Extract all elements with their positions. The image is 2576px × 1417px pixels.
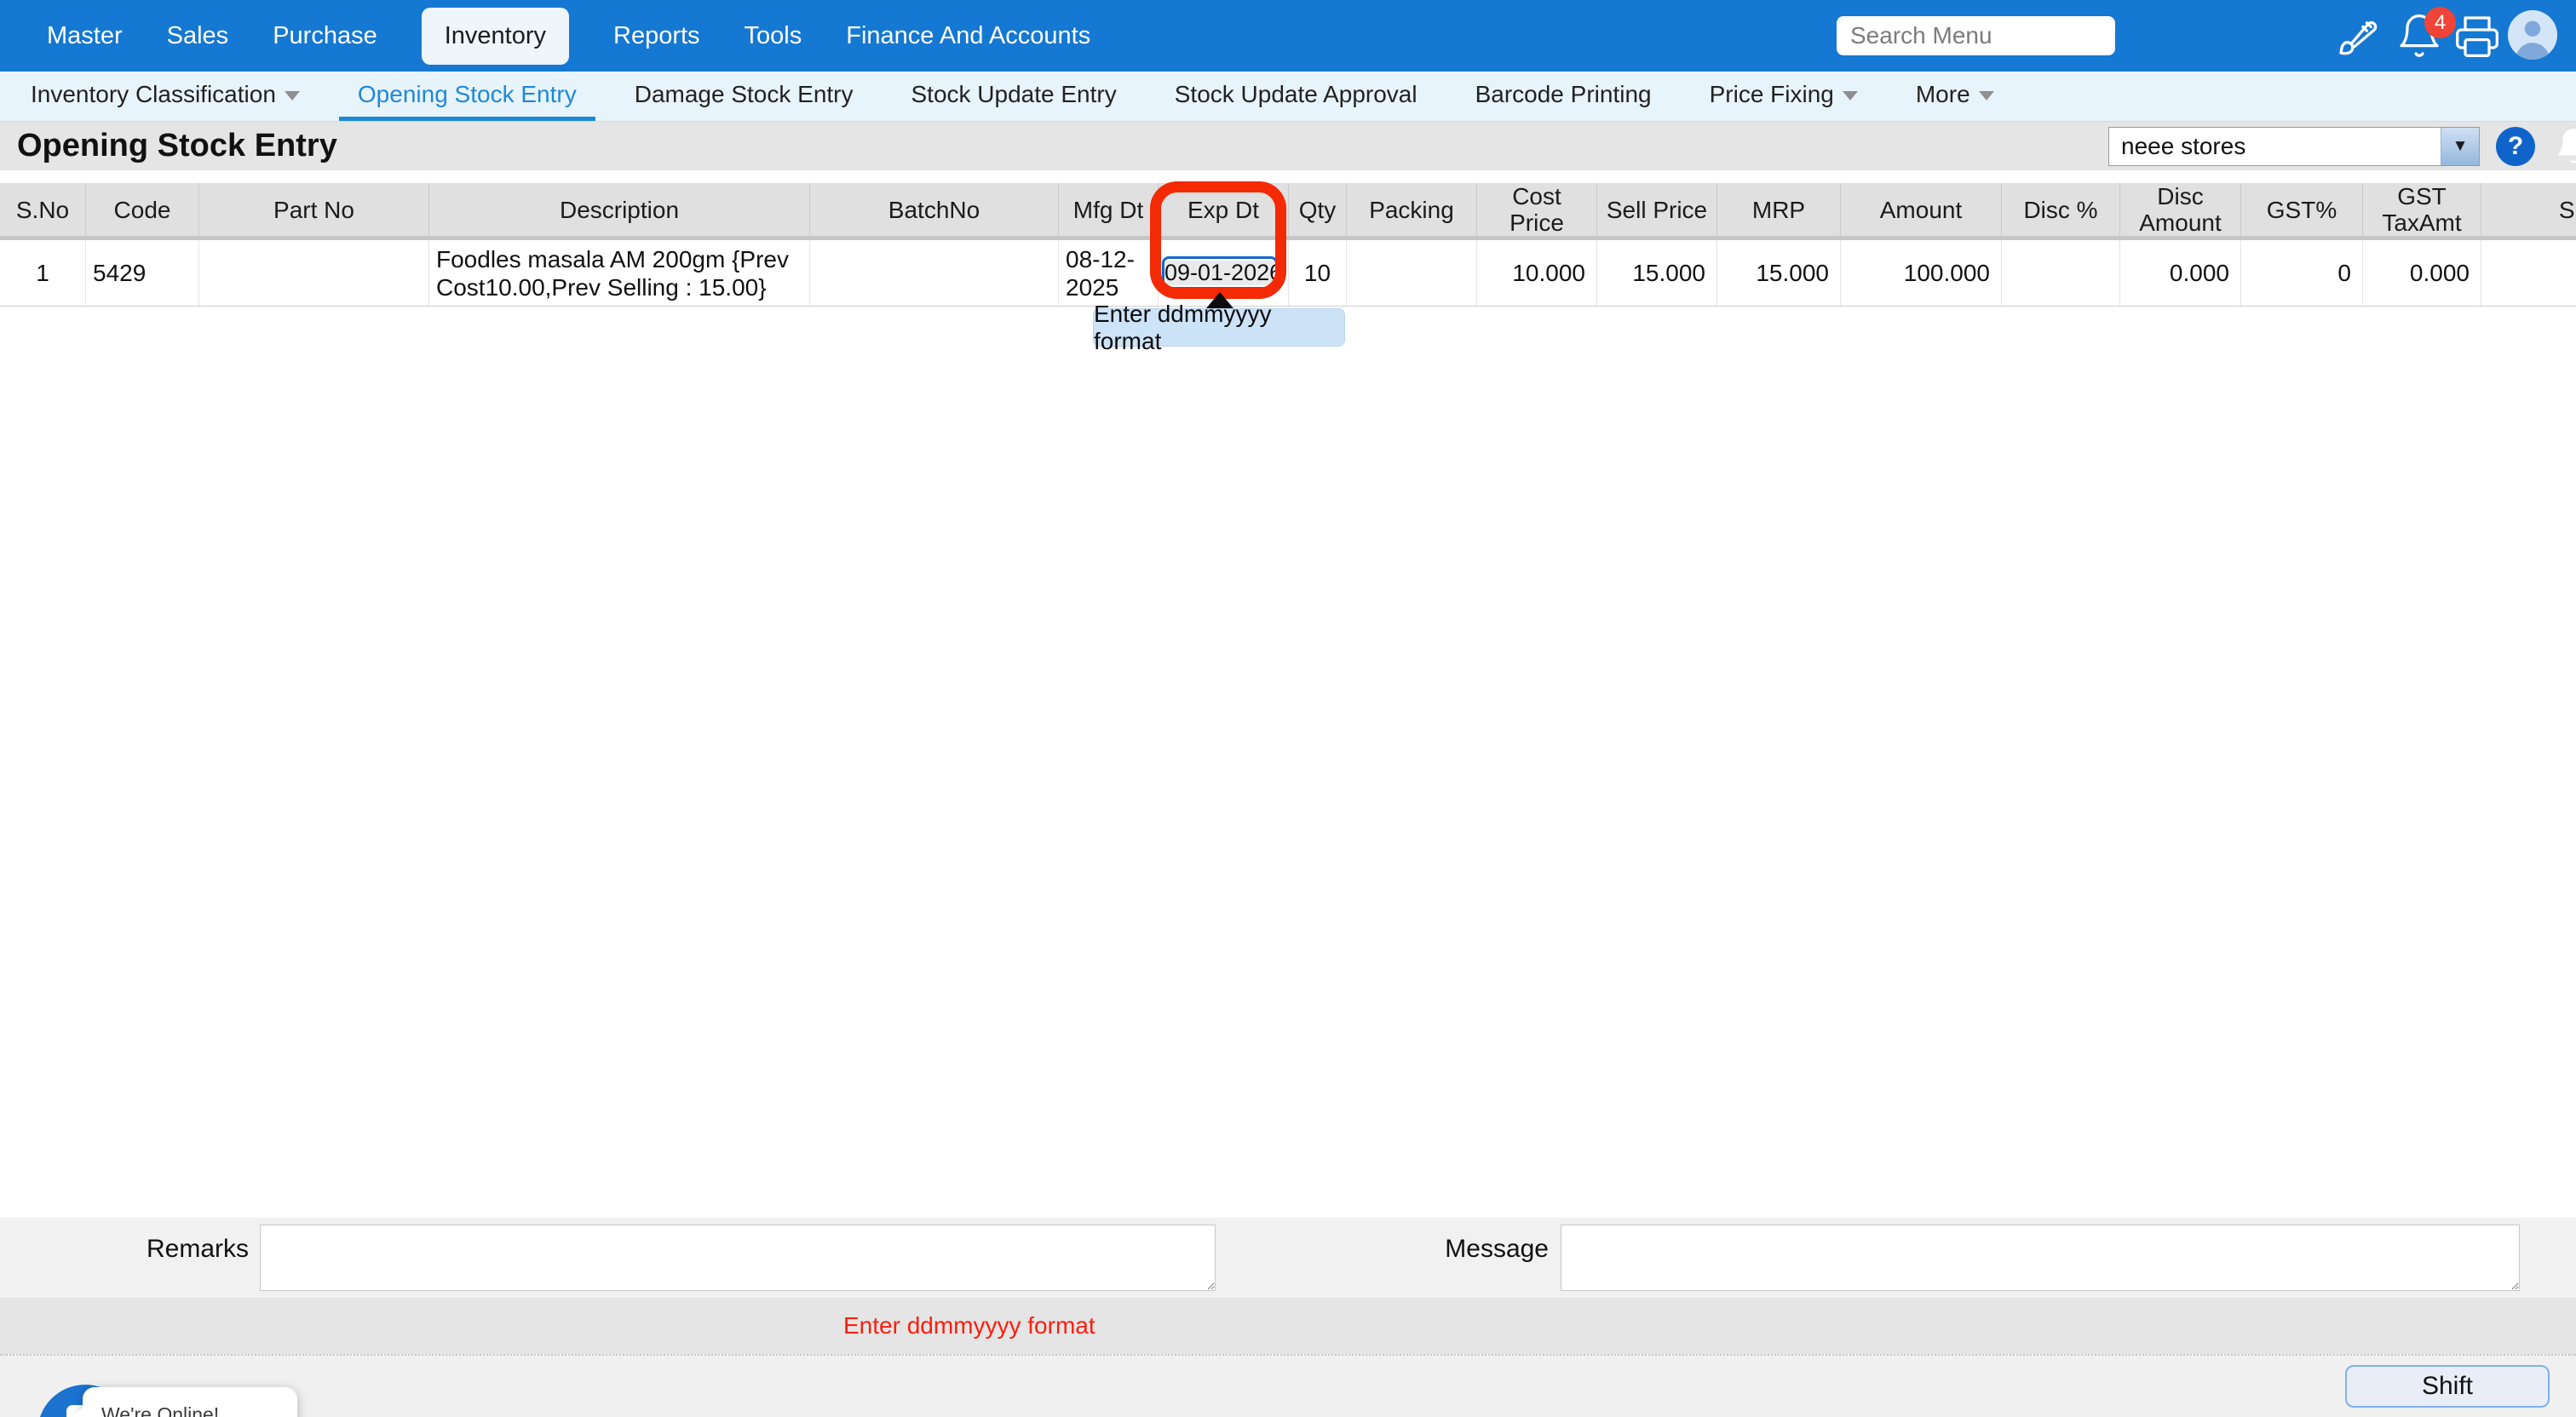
cell-sno[interactable]: 1	[0, 240, 86, 306]
remarks-textarea[interactable]	[260, 1225, 1216, 1291]
stock-entry-grid: S.No Code Part No Description BatchNo Mf…	[0, 183, 2576, 307]
theme-brush-icon[interactable]	[2334, 12, 2382, 60]
chevron-down-icon	[1842, 91, 1858, 100]
tab-label: Barcode Printing	[1475, 80, 1652, 107]
menu-sales[interactable]: Sales	[167, 22, 229, 50]
col-header-qty: Qty	[1289, 183, 1347, 236]
tab-barcode-printing[interactable]: Barcode Printing	[1457, 72, 1670, 121]
tab-label: More	[1915, 80, 1970, 107]
col-header-description: Description	[429, 183, 810, 236]
app-window: Master Sales Purchase Inventory Reports …	[0, 0, 2576, 1417]
menu-inventory[interactable]: Inventory	[421, 7, 569, 65]
col-header-code: Code	[86, 183, 199, 236]
tab-more[interactable]: More	[1897, 72, 2013, 121]
menu-purchase[interactable]: Purchase	[273, 22, 377, 50]
date-format-tooltip: Enter ddmmyyyy format	[1093, 301, 1345, 354]
main-menu: Master Sales Purchase Inventory Reports …	[47, 0, 1090, 72]
col-header-part-no: Part No	[199, 183, 429, 236]
user-avatar[interactable]	[2508, 10, 2557, 60]
chat-status-popup[interactable]: We're Online!	[73, 1387, 297, 1417]
notifications-bell-icon[interactable]: 4	[2395, 7, 2456, 60]
store-selector-dropdown[interactable]: neee stores ▼	[2108, 127, 2480, 166]
col-header-mfg-dt: Mfg Dt	[1059, 183, 1159, 236]
message-textarea[interactable]	[1561, 1225, 2520, 1291]
tab-label: Stock Update Approval	[1174, 80, 1417, 107]
tab-opening-stock-entry[interactable]: Opening Stock Entry	[338, 72, 595, 121]
cell-batchno[interactable]	[810, 240, 1059, 306]
tab-stock-update-approval[interactable]: Stock Update Approval	[1156, 72, 1436, 121]
notification-count-badge: 4	[2424, 7, 2456, 38]
dropdown-arrow-icon[interactable]: ▼	[2441, 128, 2479, 165]
cell-disc-amount[interactable]: 0.000	[2120, 240, 2241, 306]
search-input[interactable]	[1837, 16, 2115, 55]
tab-price-fixing[interactable]: Price Fixing	[1691, 72, 1877, 121]
col-header-gst-pct: GST%	[2241, 183, 2363, 236]
top-navigation-bar: Master Sales Purchase Inventory Reports …	[0, 0, 2576, 72]
inventory-sub-navigation: Inventory Classification Opening Stock E…	[0, 72, 2576, 122]
cell-gst-taxamt[interactable]: 0.000	[2363, 240, 2481, 306]
col-header-sell-price: Sell Price	[1597, 183, 1717, 236]
exp-dt-input[interactable]	[1162, 256, 1278, 290]
tab-label: Inventory Classification	[31, 80, 276, 107]
help-icon[interactable]: ?	[2496, 127, 2535, 166]
cell-mrp[interactable]: 15.000	[1717, 240, 1841, 306]
date-format-error-text: Enter ddmmyyyy format	[843, 1312, 1095, 1339]
printer-icon[interactable]	[2453, 12, 2501, 60]
col-header-sno: S.No	[0, 183, 86, 236]
tab-label: Price Fixing	[1709, 80, 1834, 107]
cell-amount[interactable]: 100.000	[1841, 240, 2002, 306]
table-row: 1 5429 Foodles masala AM 200gm {Prev Cos…	[0, 240, 2576, 307]
cell-gst-pct[interactable]: 0	[2241, 240, 2363, 306]
tab-label: Opening Stock Entry	[357, 80, 577, 107]
tab-label: Stock Update Entry	[911, 80, 1117, 107]
grid-header-row: S.No Code Part No Description BatchNo Mf…	[0, 183, 2576, 240]
chevron-down-icon	[284, 91, 300, 100]
menu-reports[interactable]: Reports	[613, 22, 700, 50]
col-header-disc-amount: Disc Amount	[2120, 183, 2241, 236]
chevron-down-icon	[1978, 91, 1994, 100]
cell-code[interactable]: 5429	[86, 240, 199, 306]
col-header-amount: Amount	[1841, 183, 2002, 236]
message-label: Message	[1445, 1235, 1549, 1263]
tab-label: Damage Stock Entry	[634, 80, 854, 107]
menu-finance-accounts[interactable]: Finance And Accounts	[846, 22, 1090, 50]
page-title-bar: Opening Stock Entry neee stores ▼ ?	[0, 122, 2576, 170]
cell-part-no[interactable]	[199, 240, 429, 306]
shift-button[interactable]: Shift	[2345, 1365, 2550, 1408]
cell-packing[interactable]	[1347, 240, 1477, 306]
chat-status-text: We're Online!	[101, 1403, 220, 1417]
page-title: Opening Stock Entry	[17, 128, 337, 164]
col-header-subtotal-clipped: Su	[2481, 183, 2576, 236]
col-header-cost-price: Cost Price	[1477, 183, 1597, 236]
col-header-batchno: BatchNo	[810, 183, 1059, 236]
menu-master[interactable]: Master	[47, 22, 123, 50]
cell-disc-pct[interactable]	[2002, 240, 2120, 306]
col-header-disc-pct: Disc %	[2002, 183, 2120, 236]
validation-strip: Enter ddmmyyyy format	[0, 1298, 2576, 1354]
cell-mfg-dt[interactable]: 08-12-2025	[1059, 240, 1159, 306]
col-header-mrp: MRP	[1717, 183, 1841, 236]
cell-last[interactable]	[2481, 240, 2576, 306]
col-header-packing: Packing	[1347, 183, 1477, 236]
cell-qty[interactable]: 10	[1289, 240, 1347, 306]
remarks-section: Remarks Message	[0, 1218, 2576, 1298]
cell-sell-price[interactable]: 15.000	[1597, 240, 1717, 306]
remarks-label: Remarks	[146, 1235, 249, 1263]
menu-tools[interactable]: Tools	[745, 22, 802, 50]
bottom-action-bar: Shift	[0, 1354, 2576, 1417]
tab-stock-update-entry[interactable]: Stock Update Entry	[893, 72, 1136, 121]
page-bell-icon[interactable]	[2552, 125, 2576, 168]
tab-damage-stock-entry[interactable]: Damage Stock Entry	[616, 72, 872, 121]
col-header-exp-dt: Exp Dt	[1159, 183, 1289, 236]
cell-description[interactable]: Foodles masala AM 200gm {Prev Cost10.00,…	[429, 240, 810, 306]
tab-inventory-classification[interactable]: Inventory Classification	[12, 72, 319, 121]
col-header-gst-taxamt: GST TaxAmt	[2363, 183, 2481, 236]
cell-cost-price[interactable]: 10.000	[1477, 240, 1597, 306]
store-selector-value: neee stores	[2121, 133, 2246, 159]
